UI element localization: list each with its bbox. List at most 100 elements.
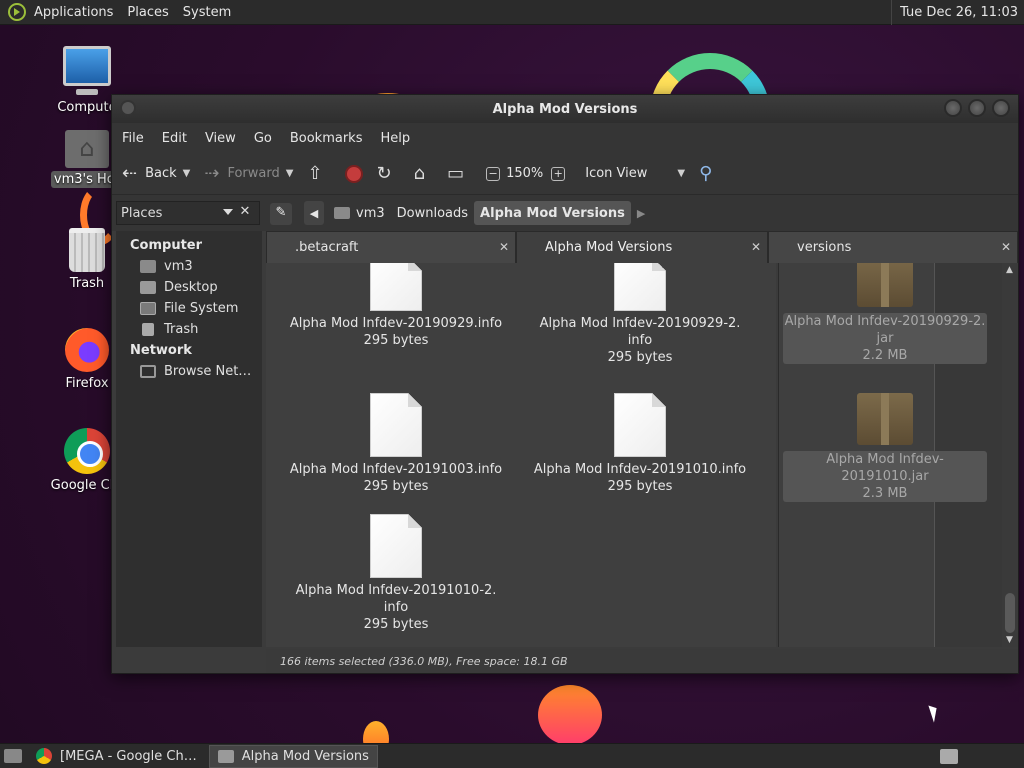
home-folder-icon: [65, 130, 109, 168]
sidebar-item-label: Browse Net…: [164, 364, 252, 379]
trash-icon: [142, 323, 154, 336]
chevron-down-icon: ▼: [677, 168, 686, 179]
home-button[interactable]: ⌂: [414, 163, 433, 184]
home-folder-icon: [334, 207, 350, 219]
breadcrumb-item-current[interactable]: Alpha Mod Versions: [474, 201, 631, 225]
scroll-up-icon[interactable]: ▲: [1006, 265, 1013, 275]
minimize-button[interactable]: [944, 99, 962, 117]
file-pane-right[interactable]: Alpha Mod Infdev-20190929-2. jar 2.2 MB …: [778, 263, 1018, 647]
menu-bar: File Edit View Go Bookmarks Help: [112, 123, 1018, 153]
file-label-block: Alpha Mod Infdev-20190929-2. jar 2.2 MB: [783, 313, 987, 364]
vertical-scrollbar[interactable]: ▲ ▼: [1002, 263, 1018, 647]
file-name: Alpha Mod Infdev-20190929-2.: [539, 316, 741, 331]
zoom-out-icon[interactable]: −: [486, 166, 501, 181]
tab-alpha-mod-versions[interactable]: Alpha Mod Versions ✕: [516, 231, 768, 263]
taskbar-item-chrome[interactable]: [MEGA - Google Ch…: [28, 745, 205, 768]
sidebar-item-desktop[interactable]: Desktop: [116, 277, 262, 298]
zoom-level[interactable]: 150%: [506, 166, 543, 181]
clock[interactable]: Tue Dec 26, 11:03: [891, 0, 1024, 25]
sidebar-item-label: vm3: [164, 259, 193, 274]
maximize-button[interactable]: [968, 99, 986, 117]
breadcrumb-scroll-right[interactable]: ▶: [637, 207, 645, 220]
close-sidebar-icon[interactable]: ✕: [234, 201, 256, 223]
scroll-down-icon[interactable]: ▼: [1006, 635, 1013, 645]
forward-history-dropdown-icon[interactable]: ▼: [286, 168, 294, 179]
show-desktop-icon[interactable]: [4, 749, 22, 763]
file-item[interactable]: Alpha Mod Infdev-20190929-2. info 295 by…: [530, 263, 750, 366]
file-size: 295 bytes: [363, 333, 429, 348]
close-tab-icon[interactable]: ✕: [1001, 240, 1011, 254]
breadcrumb-scroll-left[interactable]: ◀: [304, 201, 324, 225]
taskbar-item-label: Alpha Mod Versions: [241, 748, 369, 764]
sidebar-item-trash[interactable]: Trash: [116, 319, 262, 340]
up-arrow-icon: ⇧: [307, 163, 323, 184]
file-label-block: Alpha Mod Infdev-20191010.jar 2.3 MB: [783, 451, 987, 502]
forward-button[interactable]: ⇢ Forward ▼: [204, 163, 293, 184]
menu-view[interactable]: View: [205, 131, 236, 146]
file-item[interactable]: Alpha Mod Infdev-20191010-2. info 295 by…: [286, 514, 506, 633]
chrome-icon: [64, 428, 110, 474]
close-tab-icon[interactable]: ✕: [499, 240, 509, 254]
applications-menu[interactable]: Applications: [34, 5, 113, 20]
file-manager-window: Alpha Mod Versions File Edit View Go Boo…: [111, 94, 1019, 674]
window-menu-button[interactable]: [120, 100, 136, 116]
network-icon: [140, 365, 156, 378]
firefox-icon: [65, 328, 109, 372]
edit-location-button[interactable]: ✎: [270, 203, 292, 225]
window-titlebar[interactable]: Alpha Mod Versions: [112, 95, 1018, 123]
search-button[interactable]: ⚲: [699, 163, 720, 184]
menu-file[interactable]: File: [122, 131, 144, 146]
sidebar-item-file-system[interactable]: File System: [116, 298, 262, 319]
stop-icon: [344, 164, 363, 183]
menu-go[interactable]: Go: [254, 131, 272, 146]
close-button[interactable]: [992, 99, 1010, 117]
system-menu[interactable]: System: [183, 5, 231, 20]
tab-label: .betacraft: [295, 240, 359, 255]
home-icon: ⌂: [413, 163, 426, 184]
sidebar-item-label: Desktop: [164, 280, 218, 295]
menu-bookmarks[interactable]: Bookmarks: [290, 131, 363, 146]
view-mode-select[interactable]: Icon View ▼: [585, 166, 685, 181]
zoom-in-icon[interactable]: +: [551, 166, 566, 181]
tab-betacraft[interactable]: .betacraft ✕: [266, 231, 516, 263]
trash-icon: [69, 228, 105, 272]
workspace-switcher-icon[interactable]: [940, 749, 958, 764]
reload-button[interactable]: ↻: [377, 163, 400, 184]
back-button[interactable]: ⇠ Back ▼: [122, 163, 190, 184]
scrollbar-thumb[interactable]: [1005, 593, 1015, 633]
file-item[interactable]: Alpha Mod Infdev-20191010.info 295 bytes: [530, 393, 750, 495]
stop-button[interactable]: [344, 164, 363, 183]
breadcrumb-item-vm3[interactable]: vm3: [328, 201, 391, 225]
up-button[interactable]: ⇧: [307, 163, 330, 184]
close-tab-icon[interactable]: ✕: [751, 240, 761, 254]
toolbar: ⇠ Back ▼ ⇢ Forward ▼ ⇧ ↻ ⌂ ▭ − 150% + Ic…: [112, 153, 1018, 195]
archive-package-icon: [857, 393, 913, 445]
places-menu[interactable]: Places: [127, 5, 168, 20]
computer-icon: ▭: [447, 163, 465, 184]
file-pane-left[interactable]: Alpha Mod Infdev-20190929.info 295 bytes…: [266, 263, 776, 647]
reload-icon: ↻: [376, 163, 392, 184]
back-label: Back: [145, 166, 177, 181]
menu-logo-icon[interactable]: [8, 3, 26, 21]
file-item[interactable]: Alpha Mod Infdev-20191003.info 295 bytes: [286, 393, 506, 495]
top-panel: Applications Places System Tue Dec 26, 1…: [0, 0, 1024, 25]
sidebar-item-vm3[interactable]: vm3: [116, 256, 262, 277]
taskbar-item-file-manager[interactable]: Alpha Mod Versions: [208, 744, 378, 768]
file-name: Alpha Mod Infdev-20191010-2.: [295, 583, 497, 598]
chevron-down-icon: [223, 209, 233, 215]
tab-versions[interactable]: versions ✕: [768, 231, 1018, 263]
file-item[interactable]: Alpha Mod Infdev-20190929.info 295 bytes: [286, 263, 506, 349]
sidebar-item-browse-network[interactable]: Browse Net…: [116, 361, 262, 382]
text-file-icon: [370, 514, 422, 578]
computer-button[interactable]: ▭: [447, 163, 472, 184]
folder-icon: [217, 749, 234, 763]
file-item-selected[interactable]: Alpha Mod Infdev-20191010.jar 2.3 MB: [783, 393, 987, 502]
menu-help[interactable]: Help: [380, 131, 410, 146]
menu-edit[interactable]: Edit: [162, 131, 187, 146]
file-size: 295 bytes: [607, 350, 673, 365]
back-history-dropdown-icon[interactable]: ▼: [183, 168, 191, 179]
tab-bar: .betacraft ✕ Alpha Mod Versions ✕ versio…: [266, 231, 1018, 263]
breadcrumb-item-downloads[interactable]: Downloads: [391, 201, 474, 225]
sidebar-section-network: Network: [130, 343, 192, 358]
file-item-selected[interactable]: Alpha Mod Infdev-20190929-2. jar 2.2 MB: [783, 263, 987, 364]
